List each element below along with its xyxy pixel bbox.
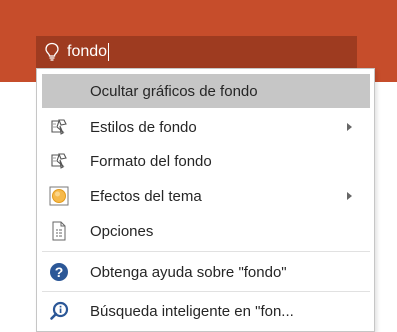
menu-item-label: Formato del fondo [90,152,212,170]
menu-separator [42,291,370,292]
menu-item-label: Ocultar gráficos de fondo [90,82,258,100]
menu-item-smart-lookup[interactable]: Búsqueda inteligente en "fon... [42,294,370,328]
lightbulb-icon [44,42,60,62]
menu-item-label: Opciones [90,222,154,240]
menu-item-label: Estilos de fondo [90,118,197,136]
tell-me-input[interactable]: fondo [67,42,187,62]
menu-item-background-styles[interactable]: Estilos de fondo [42,110,370,144]
submenu-arrow-icon [347,192,352,200]
menu-separator [42,251,370,252]
submenu-arrow-icon [347,123,352,131]
menu-item-label: Efectos del tema [90,187,202,205]
search-results-menu: Ocultar gráficos de fondo Estilos de fon… [36,68,375,332]
background-styles-icon [49,117,69,137]
menu-item-get-help[interactable]: ? Obtenga ayuda sobre "fondo" [42,255,370,289]
menu-item-hide-background-graphics[interactable]: Ocultar gráficos de fondo [42,74,370,108]
options-document-icon [49,221,69,241]
menu-item-options[interactable]: Opciones [42,214,370,248]
theme-effects-icon [49,186,69,206]
menu-item-label: Búsqueda inteligente en "fon... [90,302,294,320]
tell-me-search-box[interactable]: fondo [36,36,357,68]
text-caret [108,42,110,61]
help-icon: ? [49,262,69,282]
smart-lookup-icon [49,301,69,321]
format-background-icon [49,151,69,171]
menu-item-format-background[interactable]: Formato del fondo [42,144,370,178]
menu-item-theme-effects[interactable]: Efectos del tema [42,179,370,213]
svg-text:?: ? [55,264,64,280]
menu-item-label: Obtenga ayuda sobre "fondo" [90,263,287,281]
